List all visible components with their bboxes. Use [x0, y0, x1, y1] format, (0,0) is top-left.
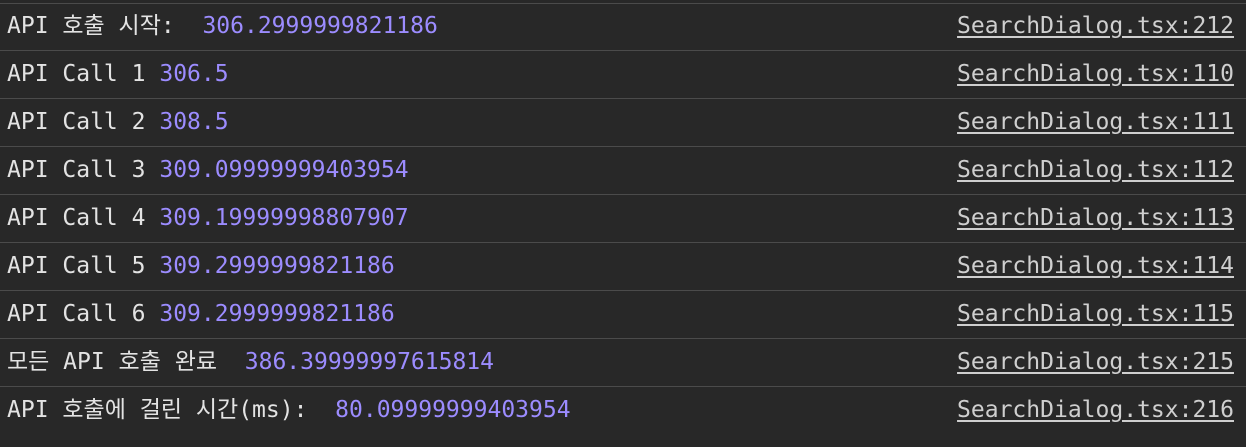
log-message: API Call 6 309.2999999821186 [7, 291, 395, 338]
console-log-row: API Call 6 309.2999999821186 SearchDialo… [0, 291, 1246, 339]
log-label: API Call 6 [7, 301, 146, 327]
log-label: API Call 1 [7, 61, 146, 87]
log-number-value: 309.09999999403954 [159, 157, 409, 183]
source-location-link[interactable]: SearchDialog.tsx:216 [957, 387, 1234, 434]
log-message: API 호출 시작: 306.2999999821186 [7, 3, 438, 50]
log-label: API Call 2 [7, 109, 146, 135]
log-number-value: 309.2999999821186 [159, 301, 395, 327]
console-log-row: API Call 2 308.5 SearchDialog.tsx:111 [0, 99, 1246, 147]
log-message: API Call 2 308.5 [7, 99, 229, 146]
log-message: API 호출에 걸린 시간(ms): 80.09999999403954 [7, 387, 571, 434]
log-message: API Call 4 309.19999998807907 [7, 195, 409, 242]
source-location-link[interactable]: SearchDialog.tsx:113 [957, 195, 1234, 242]
log-label: 모든 API 호출 완료 [7, 349, 231, 375]
console-log-row: API 호출에 걸린 시간(ms): 80.09999999403954 Sea… [0, 387, 1246, 434]
console-log-row: 모든 API 호출 완료 386.39999997615814 SearchDi… [0, 339, 1246, 387]
console-log-row: API Call 5 309.2999999821186 SearchDialo… [0, 243, 1246, 291]
log-message: 모든 API 호출 완료 386.39999997615814 [7, 339, 494, 386]
log-number-value: 309.19999998807907 [159, 205, 409, 231]
log-message: API Call 5 309.2999999821186 [7, 243, 395, 290]
source-location-link[interactable]: SearchDialog.tsx:111 [957, 99, 1234, 146]
log-label: API Call 3 [7, 157, 146, 183]
source-location-link[interactable]: SearchDialog.tsx:112 [957, 147, 1234, 194]
log-label: API 호출 시작: [7, 13, 189, 39]
log-label: API Call 4 [7, 205, 146, 231]
console-log-row: API 호출 시작: 306.2999999821186 SearchDialo… [0, 3, 1246, 51]
console-log-row: API Call 1 306.5 SearchDialog.tsx:110 [0, 51, 1246, 99]
log-message: API Call 3 309.09999999403954 [7, 147, 409, 194]
source-location-link[interactable]: SearchDialog.tsx:110 [957, 51, 1234, 98]
console-panel: API 호출 시작: 306.2999999821186 SearchDialo… [0, 0, 1246, 447]
log-number-value: 308.5 [159, 109, 229, 135]
log-number-value: 309.2999999821186 [159, 253, 395, 279]
source-location-link[interactable]: SearchDialog.tsx:212 [957, 3, 1234, 50]
log-number-value: 306.2999999821186 [202, 13, 438, 39]
source-location-link[interactable]: SearchDialog.tsx:215 [957, 339, 1234, 386]
log-message: API Call 1 306.5 [7, 51, 229, 98]
source-location-link[interactable]: SearchDialog.tsx:115 [957, 291, 1234, 338]
log-number-value: 306.5 [159, 61, 229, 87]
source-location-link[interactable]: SearchDialog.tsx:114 [957, 243, 1234, 290]
console-log-row: API Call 4 309.19999998807907 SearchDial… [0, 195, 1246, 243]
log-label: API 호출에 걸린 시간(ms): [7, 397, 322, 423]
log-label: API Call 5 [7, 253, 146, 279]
log-number-value: 386.39999997615814 [244, 349, 494, 375]
console-log-row: API Call 3 309.09999999403954 SearchDial… [0, 147, 1246, 195]
log-number-value: 80.09999999403954 [335, 397, 571, 423]
